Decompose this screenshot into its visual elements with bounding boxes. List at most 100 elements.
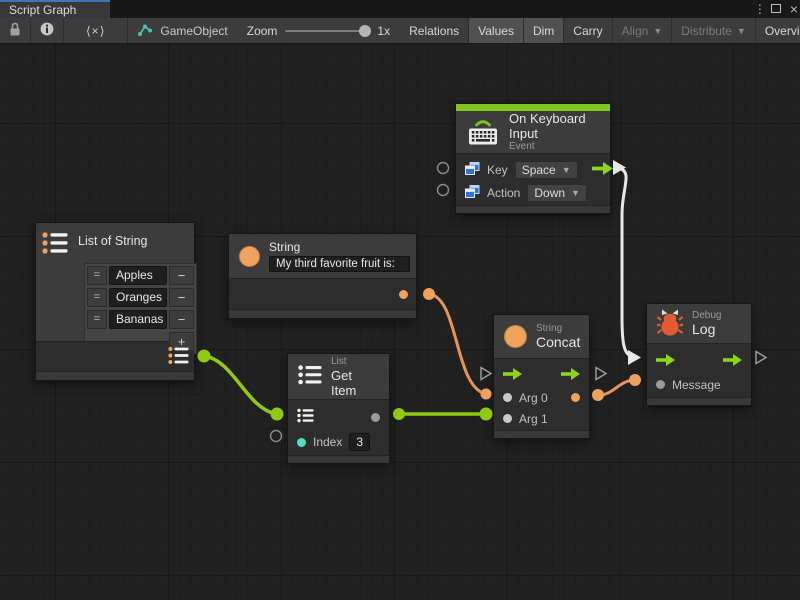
key-port-label: Key bbox=[487, 163, 508, 177]
zoom-control: Zoom 1x bbox=[237, 18, 400, 43]
node-title: String bbox=[269, 240, 410, 255]
caret-down-icon: ▼ bbox=[653, 26, 662, 36]
tab-bar: Script Graph ⋮ × bbox=[0, 0, 800, 18]
code-view-icon: ⟨×⟩ bbox=[86, 24, 105, 38]
zoom-slider-handle[interactable] bbox=[359, 25, 371, 37]
list-in-port-icon[interactable] bbox=[297, 408, 314, 426]
tab-title: Script Graph bbox=[9, 3, 76, 17]
script-graph-window: Script Graph ⋮ × ⟨×⟩ GameObject bbox=[0, 0, 800, 600]
zoom-slider[interactable] bbox=[285, 30, 369, 32]
maximize-icon[interactable] bbox=[771, 0, 781, 18]
trigger-out-port-icon[interactable] bbox=[723, 354, 742, 369]
dim-button[interactable]: Dim bbox=[524, 18, 564, 43]
trigger-out-port-icon[interactable] bbox=[592, 162, 613, 178]
gameobject-graph-icon bbox=[137, 22, 153, 39]
string-value-field[interactable]: My third favorite fruit is: bbox=[269, 256, 410, 272]
node-title: Log bbox=[692, 322, 721, 337]
list-icon bbox=[298, 364, 322, 389]
list-item-field[interactable]: Apples bbox=[109, 266, 167, 285]
list-out-port-icon[interactable] bbox=[168, 346, 189, 368]
list-item-field[interactable]: Oranges bbox=[109, 288, 167, 307]
arg1-in-port[interactable] bbox=[503, 414, 512, 423]
node-on-keyboard-input[interactable]: On Keyboard Input Event Key Space ▼ bbox=[455, 103, 611, 214]
keyboard-icon bbox=[466, 116, 500, 149]
node-string-literal[interactable]: String My third favorite fruit is: bbox=[228, 233, 417, 319]
relations-button[interactable]: Relations bbox=[400, 18, 469, 43]
trigger-out-port-icon[interactable] bbox=[561, 368, 580, 383]
list-item-row: = Bananas − bbox=[87, 310, 194, 329]
key-dropdown[interactable]: Space ▼ bbox=[515, 161, 578, 179]
action-dropdown-value: Down bbox=[534, 186, 565, 200]
result-out-port[interactable] bbox=[571, 393, 580, 402]
values-label: Values bbox=[478, 24, 514, 38]
index-field[interactable]: 3 bbox=[349, 433, 370, 451]
caret-down-icon: ▼ bbox=[737, 26, 746, 36]
debug-bug-icon bbox=[657, 307, 683, 340]
zoom-label: Zoom bbox=[247, 24, 278, 38]
overview-button[interactable]: Overview bbox=[756, 18, 800, 43]
lock-button[interactable] bbox=[0, 18, 31, 43]
overview-label: Overview bbox=[765, 24, 800, 38]
gameobject-label: GameObject bbox=[160, 24, 227, 38]
arg1-label: Arg 1 bbox=[519, 412, 548, 426]
caret-down-icon: ▼ bbox=[562, 165, 571, 175]
remove-item-button[interactable]: − bbox=[169, 288, 194, 307]
distribute-label: Distribute bbox=[681, 24, 732, 38]
remove-item-button[interactable]: − bbox=[169, 310, 194, 329]
message-label: Message bbox=[672, 378, 721, 392]
tab-script-graph[interactable]: Script Graph bbox=[0, 0, 110, 18]
arg0-in-port[interactable] bbox=[503, 393, 512, 402]
distribute-button[interactable]: Distribute ▼ bbox=[672, 18, 756, 43]
node-subtitle: Event bbox=[509, 141, 600, 153]
string-type-icon bbox=[239, 246, 260, 267]
graph-toolbar: ⟨×⟩ GameObject Zoom 1x Relations Values … bbox=[0, 18, 800, 44]
list-icon bbox=[42, 231, 69, 259]
node-debug-log[interactable]: Debug Log Message bbox=[646, 303, 752, 406]
menu-kebab-icon[interactable]: ⋮ bbox=[754, 2, 762, 16]
caret-down-icon: ▼ bbox=[571, 188, 580, 198]
index-label: Index bbox=[313, 435, 342, 449]
values-button[interactable]: Values bbox=[469, 18, 524, 43]
carry-button[interactable]: Carry bbox=[564, 18, 612, 43]
node-title: List of String bbox=[78, 234, 147, 249]
message-in-port[interactable] bbox=[656, 380, 665, 389]
close-icon[interactable]: × bbox=[790, 4, 798, 14]
windows-icon bbox=[465, 162, 480, 178]
node-get-item[interactable]: List Get Item Index 3 bbox=[287, 353, 390, 464]
index-in-port[interactable] bbox=[297, 438, 306, 447]
trigger-in-port-icon[interactable] bbox=[656, 354, 675, 369]
string-type-icon bbox=[504, 325, 527, 348]
arg0-label: Arg 0 bbox=[519, 391, 548, 405]
gameobject-button[interactable]: GameObject bbox=[128, 18, 236, 43]
item-out-port[interactable] bbox=[371, 413, 380, 422]
node-subtitle: List bbox=[331, 356, 379, 368]
trigger-in-port-icon[interactable] bbox=[503, 368, 522, 383]
list-item-field[interactable]: Bananas bbox=[109, 310, 167, 329]
event-accent-bar bbox=[456, 104, 610, 111]
code-view-button[interactable]: ⟨×⟩ bbox=[64, 18, 128, 43]
info-button[interactable] bbox=[31, 18, 64, 43]
align-button[interactable]: Align ▼ bbox=[613, 18, 673, 43]
key-dropdown-value: Space bbox=[522, 163, 556, 177]
list-item-row: = Oranges − bbox=[87, 288, 194, 307]
node-concat[interactable]: String Concat Arg 0 A bbox=[493, 314, 590, 439]
remove-item-button[interactable]: − bbox=[169, 266, 194, 285]
dim-label: Dim bbox=[533, 24, 554, 38]
drag-handle-icon[interactable]: = bbox=[87, 266, 107, 285]
carry-label: Carry bbox=[573, 24, 602, 38]
drag-handle-icon[interactable]: = bbox=[87, 310, 107, 329]
node-title: Get Item bbox=[331, 368, 379, 398]
node-title: Concat bbox=[536, 335, 580, 350]
relations-label: Relations bbox=[409, 24, 459, 38]
zoom-value: 1x bbox=[377, 24, 390, 38]
action-port-label: Action bbox=[487, 186, 520, 200]
drag-handle-icon[interactable]: = bbox=[87, 288, 107, 307]
align-label: Align bbox=[622, 24, 649, 38]
list-item-row: = Apples − bbox=[87, 266, 194, 285]
windows-icon bbox=[465, 185, 480, 201]
node-list-of-string[interactable]: List of String = Apples − = Oranges − = … bbox=[35, 222, 195, 381]
string-out-port[interactable] bbox=[399, 290, 408, 299]
info-icon bbox=[40, 22, 54, 39]
node-title: On Keyboard Input bbox=[509, 111, 600, 141]
action-dropdown[interactable]: Down ▼ bbox=[527, 184, 587, 202]
